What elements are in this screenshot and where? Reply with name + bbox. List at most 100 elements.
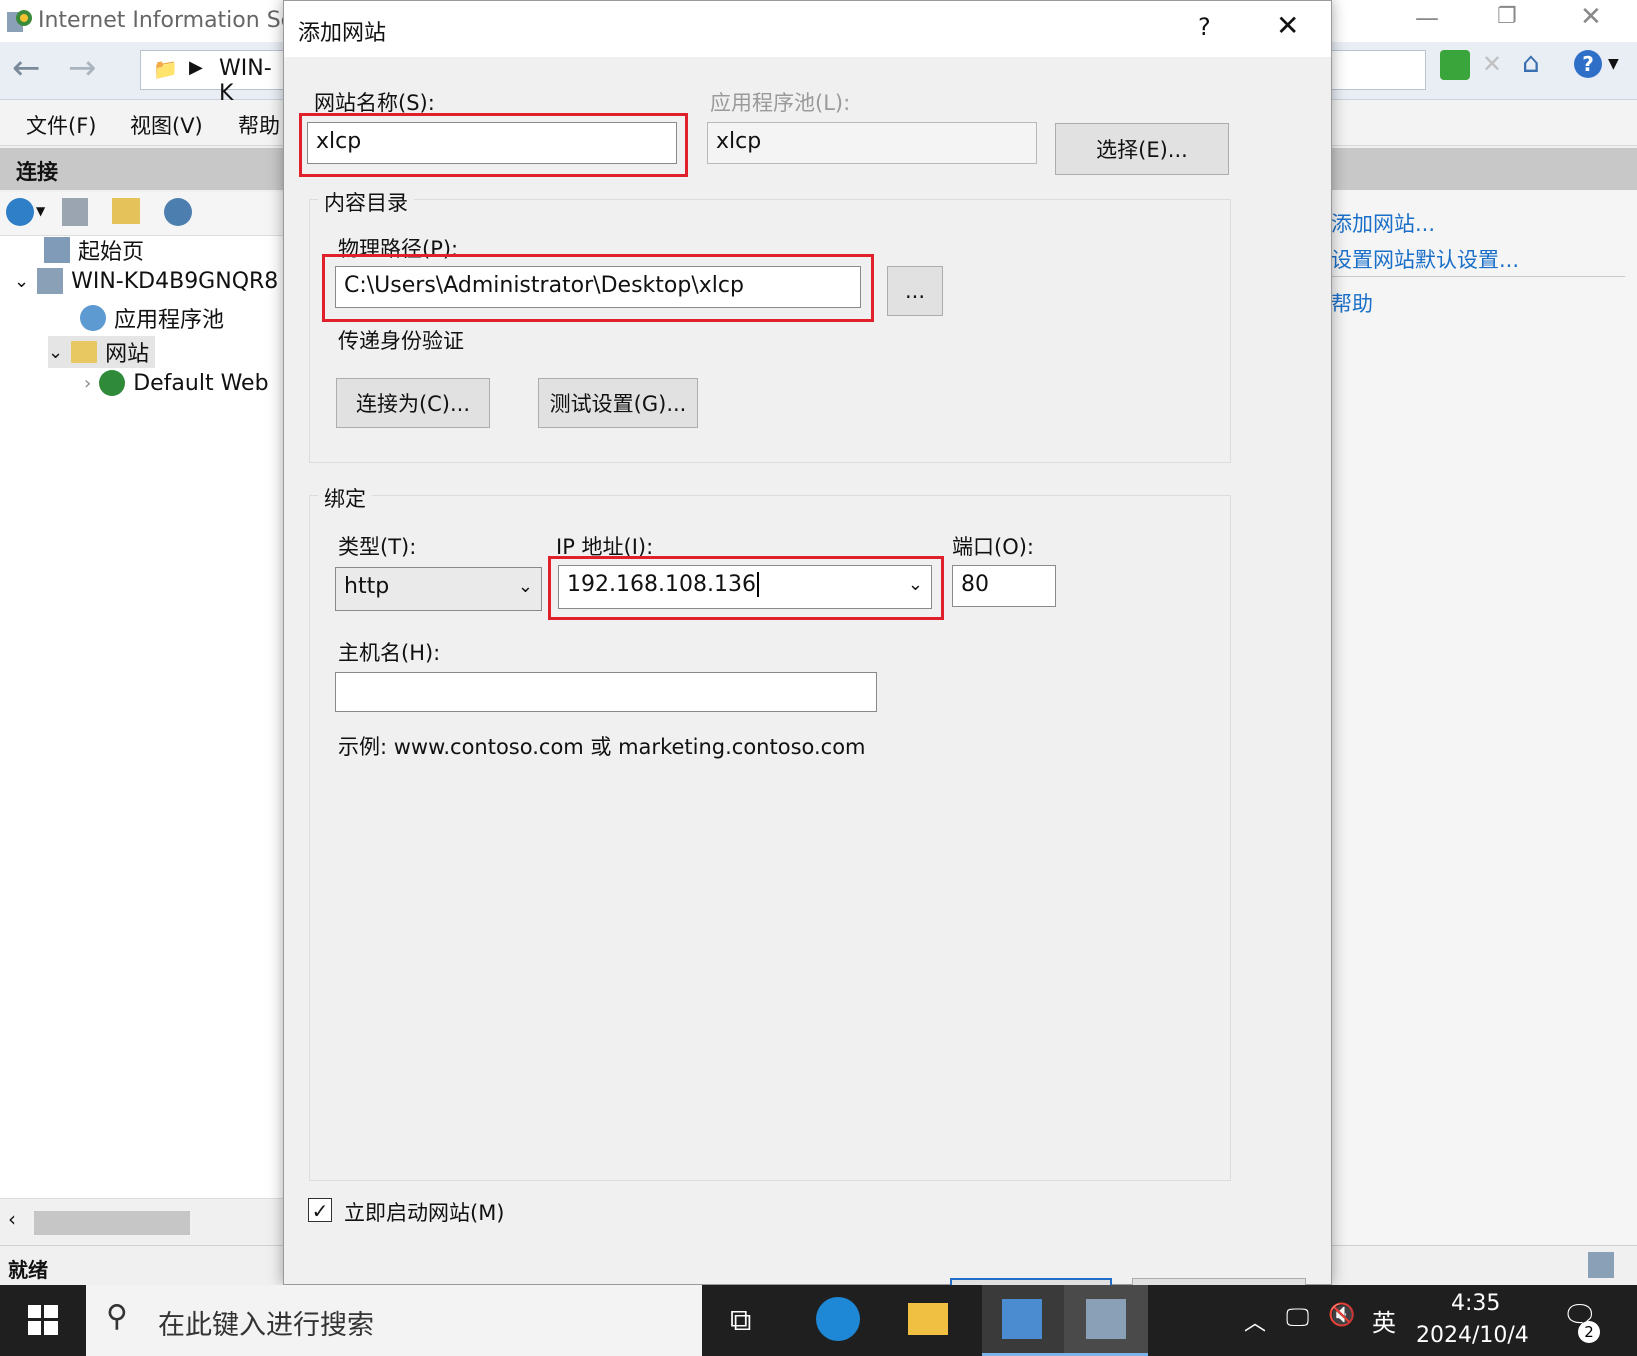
action-add-website[interactable]: 添加网站... xyxy=(1331,208,1435,238)
clock-time[interactable]: 4:35 xyxy=(1451,1291,1500,1316)
connections-tree: 起始页 ⌄ WIN-KD4B9GNQR8 应用程序池 ⌄ 网站 › Defaul… xyxy=(0,236,283,1198)
hostname-example: 示例: www.contoso.com 或 marketing.contoso.… xyxy=(338,735,866,759)
port-label: 端口(O): xyxy=(952,535,1034,559)
breadcrumb-chevron-icon: ▶ xyxy=(189,57,203,78)
hostname-input[interactable] xyxy=(335,672,877,712)
select-app-pool-button[interactable]: 选择(E)... xyxy=(1055,123,1229,175)
tree-item-app-pools[interactable]: 应用程序池 xyxy=(80,302,224,334)
minimize-icon[interactable]: — xyxy=(1415,4,1439,32)
connect-globe-icon[interactable] xyxy=(6,198,34,226)
expand-chevron-icon[interactable]: ⌄ xyxy=(48,342,63,363)
type-select[interactable]: http ⌄ xyxy=(335,567,542,611)
scroll-left-icon[interactable]: ‹ xyxy=(8,1207,16,1231)
binding-title: 绑定 xyxy=(318,483,372,513)
search-placeholder: 在此键入进行搜索 xyxy=(158,1310,374,1341)
taskbar-iis-manager[interactable] xyxy=(1064,1285,1148,1356)
windows-start-icon[interactable] xyxy=(28,1305,58,1335)
globe-icon xyxy=(99,370,126,396)
ip-address-highlight xyxy=(548,556,944,620)
tree-item-default-web[interactable]: › Default Web xyxy=(84,370,269,396)
taskbar: ⚲ 在此键入进行搜索 ⧉ ︿ 🖵 🔇 英 4:35 2024/10/4 🗨 2 xyxy=(0,1285,1637,1356)
disconnect-icon[interactable] xyxy=(164,198,192,226)
file-explorer-icon[interactable] xyxy=(908,1303,948,1335)
up-folder-icon[interactable] xyxy=(112,198,140,224)
start-now-checkbox[interactable]: ✓ xyxy=(308,1198,332,1223)
menu-help[interactable]: 帮助 xyxy=(238,110,280,140)
tree-horizontal-scrollbar[interactable]: ‹ xyxy=(0,1198,283,1242)
tree-item-sites[interactable]: ⌄ 网站 xyxy=(48,336,156,368)
stop-icon[interactable]: ✕ xyxy=(1482,50,1502,78)
back-arrow-icon[interactable]: ← xyxy=(12,48,41,88)
network-icon[interactable]: 🖵 xyxy=(1286,1303,1309,1331)
breadcrumb-server: WIN-K xyxy=(219,56,272,106)
port-input[interactable]: 80 xyxy=(952,565,1056,607)
scroll-thumb[interactable] xyxy=(34,1211,190,1235)
expand-chevron-icon[interactable]: ⌄ xyxy=(14,271,29,292)
action-site-defaults[interactable]: 设置网站默认设置... xyxy=(1331,244,1519,274)
restore-icon[interactable]: ❐ xyxy=(1497,4,1517,29)
help-icon[interactable]: ? xyxy=(1574,50,1602,78)
chevron-down-icon: ⌄ xyxy=(517,576,533,597)
address-input-tail[interactable] xyxy=(1331,50,1426,90)
tray-expand-icon[interactable]: ︿ xyxy=(1244,1305,1266,1337)
app-pool-label: 应用程序池(L): xyxy=(710,91,851,115)
browse-path-button[interactable]: ... xyxy=(887,266,943,316)
search-icon: ⚲ xyxy=(106,1299,128,1334)
type-label: 类型(T): xyxy=(338,535,417,559)
dialog-title: 添加网站 xyxy=(298,21,387,46)
close-window-icon[interactable]: ✕ xyxy=(1580,2,1602,32)
connections-header: 连接 xyxy=(0,148,283,190)
add-website-dialog: 添加网站 ? ✕ 网站名称(S): xlcp 应用程序池(L): xlcp 选择… xyxy=(283,0,1332,1328)
connect-dropdown-icon[interactable]: ▼ xyxy=(36,204,45,218)
task-view-icon[interactable]: ⧉ xyxy=(730,1303,751,1338)
type-select-value: http xyxy=(344,574,390,599)
edge-browser-icon[interactable] xyxy=(816,1297,860,1341)
dialog-help-button[interactable]: ? xyxy=(1198,13,1211,41)
folder-icon: 📁 xyxy=(153,57,178,81)
hostname-label: 主机名(H): xyxy=(338,641,441,665)
start-page-icon xyxy=(44,237,70,263)
actions-divider xyxy=(1331,276,1625,277)
actions-pane: 添加网站... 设置网站默认设置... 帮助 xyxy=(1331,190,1637,1245)
refresh-icon[interactable] xyxy=(1440,50,1470,80)
tree-item-server[interactable]: ⌄ WIN-KD4B9GNQR8 xyxy=(14,268,278,294)
taskbar-search-box[interactable]: ⚲ 在此键入进行搜索 xyxy=(86,1285,702,1356)
menu-view[interactable]: 视图(V) xyxy=(130,110,203,140)
save-icon[interactable] xyxy=(62,198,88,226)
breadcrumb[interactable]: 📁 ▶ WIN-K xyxy=(140,50,285,106)
sites-folder-icon xyxy=(71,341,98,363)
actions-header xyxy=(1331,148,1637,190)
server-icon xyxy=(37,268,64,294)
iis-app-icon xyxy=(7,10,32,32)
app-pool-icon xyxy=(80,305,106,331)
home-icon[interactable]: ⌂ xyxy=(1522,46,1540,79)
app-pool-input: xlcp xyxy=(707,122,1037,164)
tree-item-start-page[interactable]: 起始页 xyxy=(44,234,144,266)
physical-path-highlight xyxy=(322,254,874,322)
action-help[interactable]: 帮助 xyxy=(1331,288,1373,318)
menu-file[interactable]: 文件(F) xyxy=(26,110,96,140)
connections-toolbar: ▼ xyxy=(0,192,283,236)
clock-date[interactable]: 2024/10/4 xyxy=(1416,1323,1529,1348)
status-server-icon xyxy=(1588,1252,1614,1278)
checkmark-icon: ✓ xyxy=(311,1199,329,1223)
ime-indicator[interactable]: 英 xyxy=(1372,1303,1396,1338)
pass-auth-label: 传递身份验证 xyxy=(338,329,464,353)
help-dropdown-icon[interactable]: ▼ xyxy=(1608,56,1619,72)
collapse-chevron-icon[interactable]: › xyxy=(84,373,91,394)
test-settings-button[interactable]: 测试设置(G)... xyxy=(538,378,698,428)
dialog-close-icon[interactable]: ✕ xyxy=(1276,9,1299,42)
dialog-title-bar: 添加网站 ? ✕ xyxy=(284,1,1331,57)
connect-as-button[interactable]: 连接为(C)... xyxy=(336,378,490,428)
taskbar-server-manager[interactable] xyxy=(982,1285,1064,1356)
status-text: 就绪 xyxy=(8,1258,48,1282)
server-manager-icon xyxy=(1002,1299,1042,1339)
start-now-label: 立即启动网站(M) xyxy=(344,1201,505,1225)
site-name-highlight xyxy=(299,113,688,177)
forward-arrow-icon[interactable]: → xyxy=(68,48,97,88)
volume-muted-icon[interactable]: 🔇 xyxy=(1328,1303,1355,1328)
notification-count: 2 xyxy=(1578,1321,1600,1343)
iis-manager-icon xyxy=(1086,1299,1126,1339)
iis-window-title: Internet Information Ser xyxy=(38,8,304,33)
content-directory-title: 内容目录 xyxy=(318,187,414,217)
